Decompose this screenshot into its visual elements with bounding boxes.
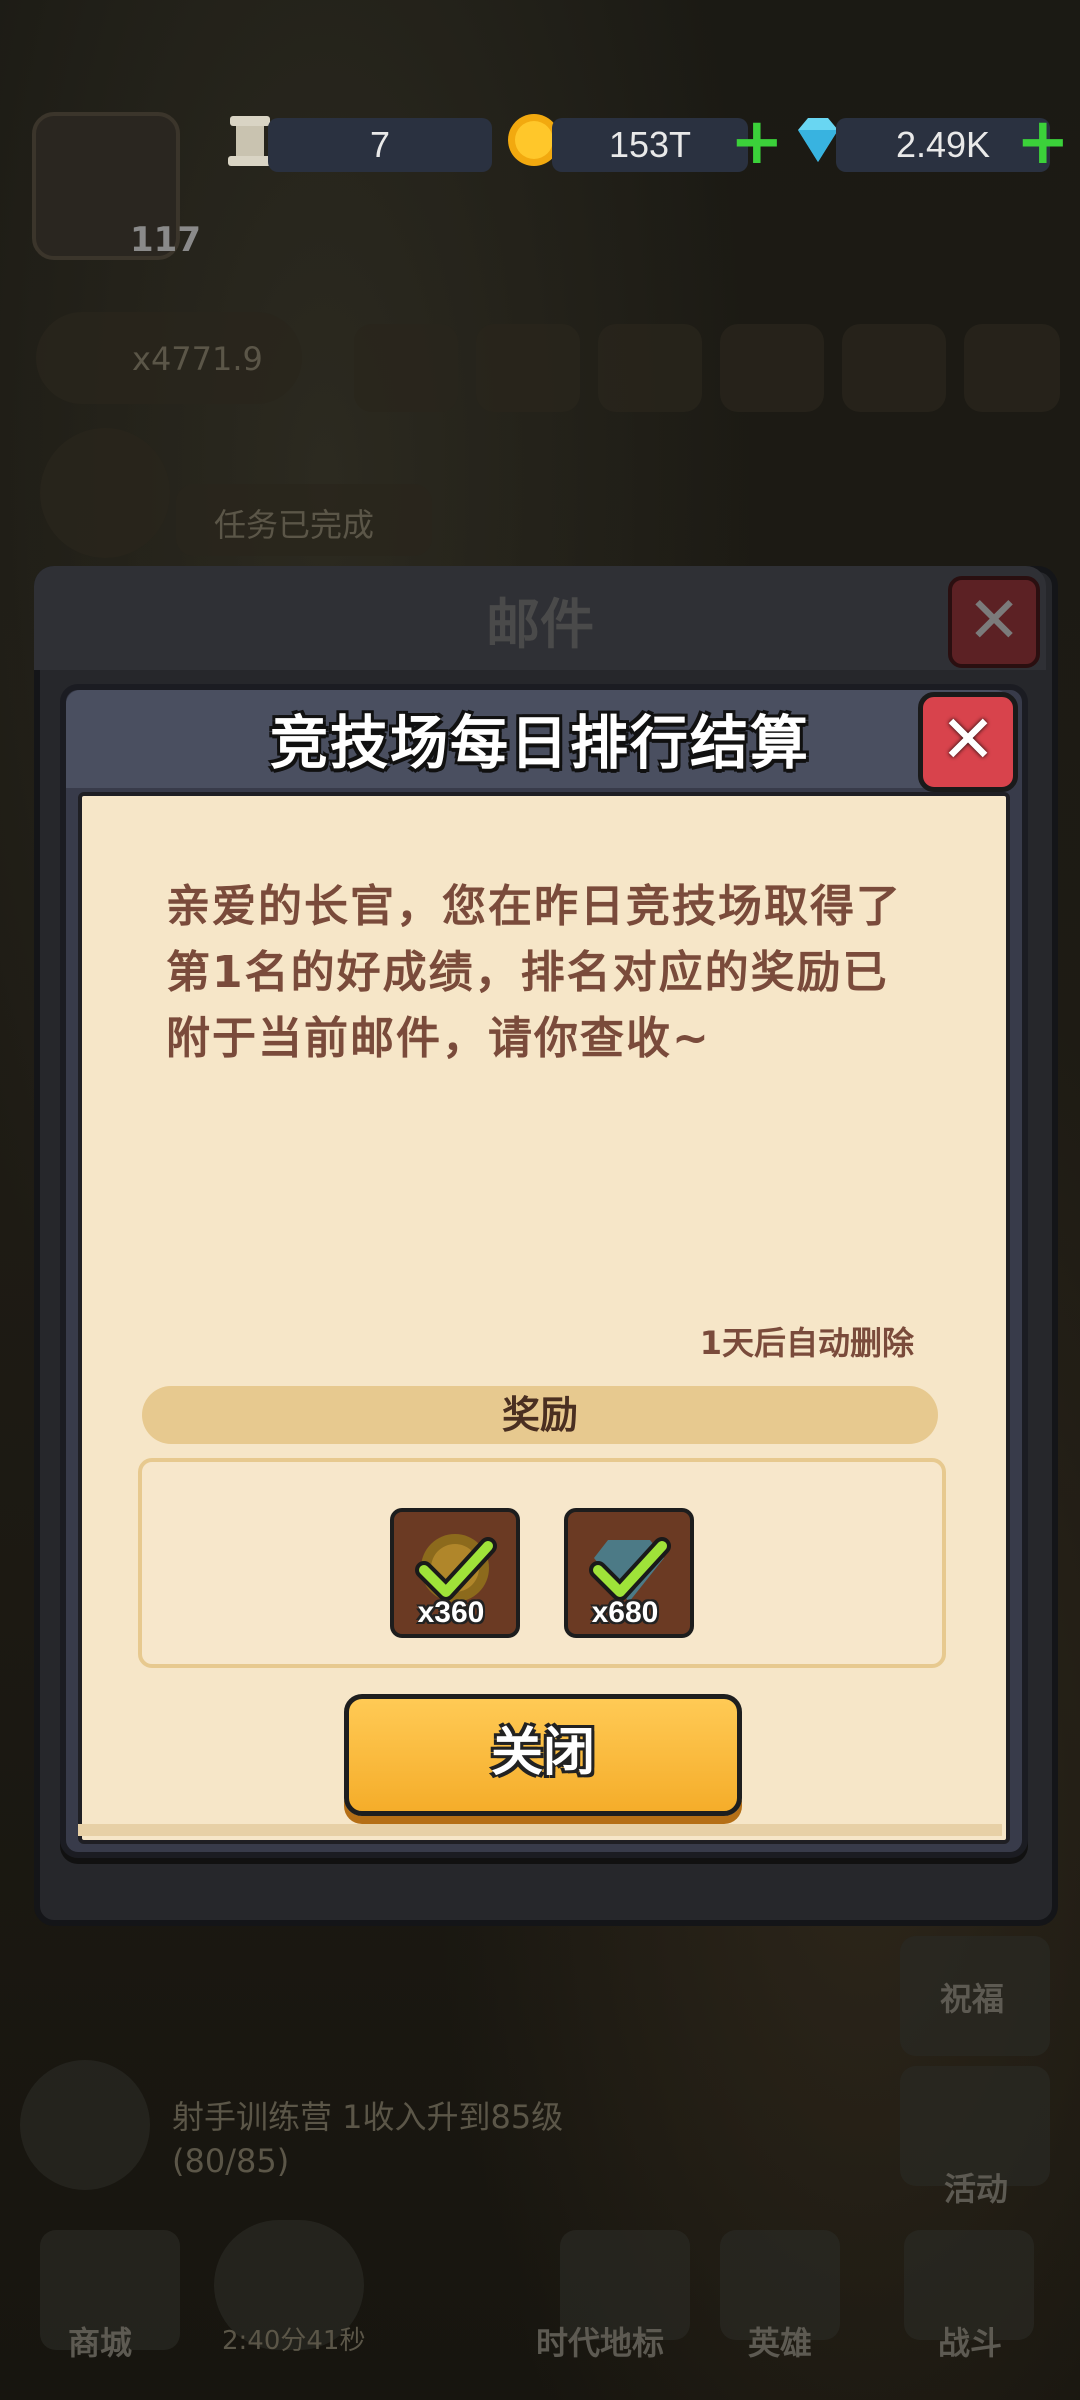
coin-count: 153T: [608, 124, 692, 165]
activity-label: 活动: [944, 2170, 1009, 2208]
nav-shop[interactable]: 商城: [68, 2318, 132, 2364]
coin-counter: 153T: [552, 118, 748, 172]
mail-message: 亲爱的长官，您在昨日竞技场取得了第1名的好成绩，排名对应的奖励已附于当前邮件，请…: [166, 881, 902, 1064]
reward-qty-diamond: x680: [591, 1596, 659, 1629]
mail-icon[interactable]: [720, 324, 824, 412]
gem-count: 2.49K: [895, 124, 991, 165]
nav-hero[interactable]: 英雄: [748, 2318, 812, 2364]
nav-battle[interactable]: 战斗: [938, 2318, 1002, 2364]
gift-icon[interactable]: [842, 324, 946, 412]
relic-counter: 7: [268, 118, 492, 172]
calendar-icon[interactable]: [598, 324, 702, 412]
close-button[interactable]: 关闭: [344, 1694, 742, 1816]
promo-text: 射手训练营 1收入升到85级: [172, 2098, 564, 2136]
bg-menu-icon-1[interactable]: [354, 324, 458, 412]
expire-notice: 1天后自动删除: [699, 1324, 914, 1362]
add-gem-plus-icon[interactable]: +: [1016, 110, 1070, 174]
promo-progress: (80/85): [172, 2142, 290, 2180]
settings-gear-icon[interactable]: [964, 324, 1060, 412]
mail-window-title: 邮件: [486, 593, 594, 656]
blessing-label: 祝福: [940, 1980, 1005, 2018]
multiplier-text: x4771.9: [132, 340, 263, 378]
vip-icon[interactable]: [476, 324, 580, 412]
reward-header: 奖励: [142, 1386, 938, 1444]
add-coin-plus-icon[interactable]: +: [730, 110, 784, 174]
nav-landmark[interactable]: 时代地标: [536, 2318, 664, 2364]
promo-icon[interactable]: [20, 2060, 150, 2190]
relic-count: 7: [369, 124, 391, 165]
player-level: 117: [130, 220, 201, 260]
reward-qty-coin: x360: [417, 1596, 485, 1629]
task-status-text: 任务已完成: [214, 506, 375, 544]
dialog-title: 竞技场每日排行结算: [269, 709, 810, 777]
dialog-close-icon[interactable]: ✕: [918, 692, 1018, 792]
task-check-icon[interactable]: [40, 428, 170, 558]
mail-close-icon[interactable]: ✕: [948, 576, 1040, 668]
reward-box: [138, 1458, 946, 1668]
double-timer: 2:40分41秒: [222, 2326, 366, 2356]
